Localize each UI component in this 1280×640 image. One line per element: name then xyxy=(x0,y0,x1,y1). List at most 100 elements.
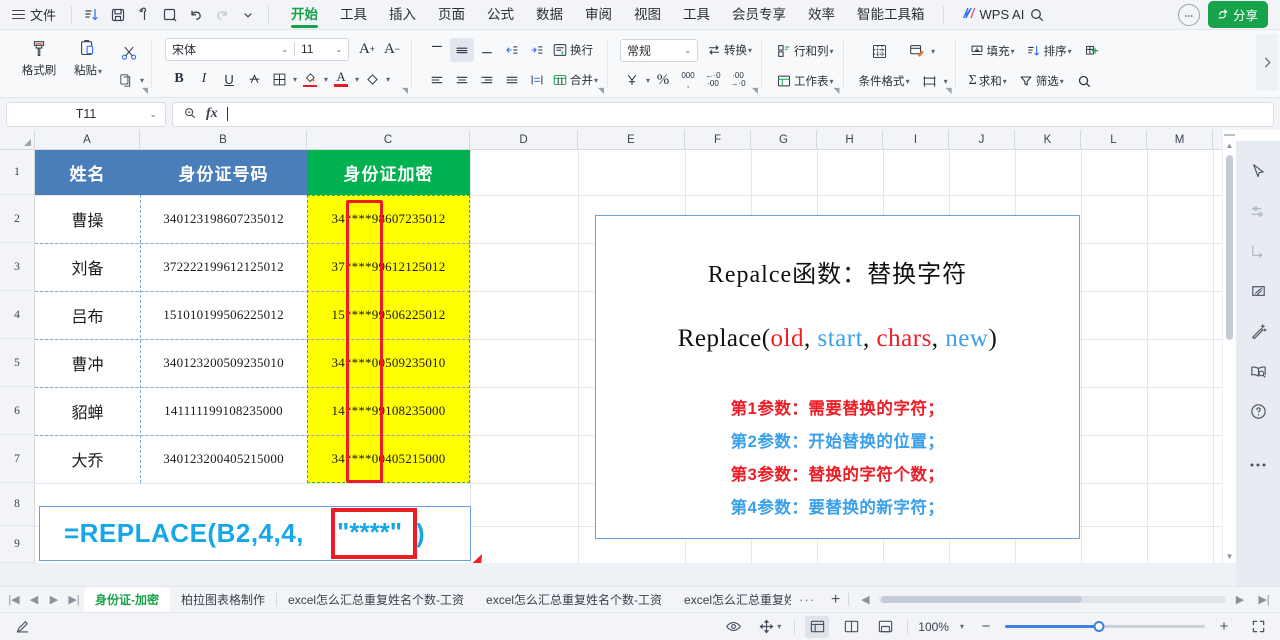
paste-button[interactable]: 粘贴▾ xyxy=(62,34,114,80)
cell-B4[interactable]: 151010199506225012 xyxy=(140,291,307,339)
table-style-icon[interactable] xyxy=(905,39,929,63)
hscroll-end-icon[interactable]: ▶| xyxy=(1254,589,1274,611)
cell-B6[interactable]: 141111199108235000 xyxy=(140,387,307,435)
decrease-decimal-icon[interactable]: ·00 →·0 xyxy=(726,68,750,92)
cell-A7[interactable]: 大乔 xyxy=(35,435,140,483)
merge-button[interactable]: 合并 ▾ xyxy=(550,68,600,92)
col-header-j[interactable]: J xyxy=(949,130,1015,149)
conditional-format-button[interactable]: 条件格式 ▾ xyxy=(855,69,912,93)
col-header-e[interactable]: E xyxy=(578,130,685,149)
col-header-c[interactable]: C xyxy=(307,130,470,149)
fill-button[interactable]: 填充 ▾ xyxy=(967,39,1017,63)
col-header-h[interactable]: H xyxy=(817,130,883,149)
file-menu-button[interactable]: 文件 xyxy=(8,2,64,27)
zoom-slider[interactable]: − + xyxy=(974,616,1236,638)
cells-expand-icon[interactable]: ◥ xyxy=(833,86,839,95)
chevron-down-icon[interactable] xyxy=(235,3,261,27)
increase-decimal-icon[interactable]: ←·0·00 xyxy=(701,68,725,92)
sum-button[interactable]: Σ 求和 ▾ xyxy=(967,69,1009,93)
tab-review[interactable]: 审阅 xyxy=(574,0,623,30)
share-button[interactable]: 分享 xyxy=(1207,1,1268,28)
col-header-d[interactable]: D xyxy=(470,130,578,149)
fill-color-icon[interactable] xyxy=(298,67,322,91)
next-sheet-icon[interactable]: ▶ xyxy=(44,589,64,611)
row-header-3[interactable]: 3 xyxy=(0,243,34,291)
sheet-tab-1[interactable]: 柏拉图表格制作 xyxy=(170,587,276,613)
col-header-a[interactable]: A xyxy=(35,130,140,149)
font-size-select[interactable]: 11 ⌄ xyxy=(294,42,348,56)
zoom-out-button[interactable]: − xyxy=(974,616,998,638)
tab-tools-2[interactable]: 工具 xyxy=(672,0,721,30)
tab-view[interactable]: 视图 xyxy=(623,0,672,30)
formula-input[interactable]: fx xyxy=(172,101,1274,127)
justify-icon[interactable] xyxy=(500,68,524,92)
row-header-6[interactable]: 6 xyxy=(0,387,34,435)
cell-C5[interactable]: 34****00509235010 xyxy=(307,339,470,387)
frame-icon[interactable] xyxy=(918,69,942,93)
cell-A4[interactable]: 吕布 xyxy=(35,291,140,339)
more-dots-icon[interactable] xyxy=(1242,445,1274,485)
font-color-icon[interactable]: A xyxy=(329,67,353,91)
hscroll-track[interactable] xyxy=(879,596,1226,603)
wps-pen-icon[interactable] xyxy=(10,616,34,638)
sheet-tab-4[interactable]: excel怎么汇总重复姓 xyxy=(673,587,791,613)
copy-dropdown-icon[interactable]: ▾ xyxy=(140,76,144,85)
col-header-f[interactable]: F xyxy=(685,130,751,149)
sheet-tab-3[interactable]: excel怎么汇总重复姓名个数-工资 xyxy=(475,587,673,613)
cell-A2[interactable]: 曹操 xyxy=(35,195,140,243)
cell-B2[interactable]: 340123198607235012 xyxy=(140,195,307,243)
table-style-dropdown-icon[interactable]: ▾ xyxy=(931,47,935,56)
frame-dropdown-icon[interactable]: ▾ xyxy=(944,77,948,86)
ribbon-expand-button[interactable] xyxy=(1256,34,1278,91)
scroll-up-button[interactable]: ▲ xyxy=(1226,139,1234,152)
save-icon[interactable] xyxy=(105,3,131,27)
hscroll-left-icon[interactable]: ◀ xyxy=(855,589,875,611)
borders-icon[interactable] xyxy=(267,67,291,91)
cell-B7[interactable]: 340123200405215000 xyxy=(140,435,307,483)
help-circle-icon[interactable] xyxy=(1242,391,1274,431)
align-right-icon[interactable] xyxy=(475,68,499,92)
select-all-corner[interactable] xyxy=(0,130,35,149)
cursor-select-icon[interactable] xyxy=(1242,151,1274,191)
increase-font-icon[interactable]: A + xyxy=(355,37,379,61)
tab-member[interactable]: 会员专享 xyxy=(721,0,797,30)
print-icon[interactable] xyxy=(131,3,157,27)
format-painter-button[interactable]: 格式刷 xyxy=(16,34,62,80)
cell-A5[interactable]: 曹冲 xyxy=(35,339,140,387)
split-handle[interactable] xyxy=(1224,132,1235,136)
col-header-k[interactable]: K xyxy=(1015,130,1081,149)
currency-dropdown-icon[interactable]: ▾ xyxy=(646,76,650,85)
row-header-1[interactable]: 1 xyxy=(0,150,34,195)
align-left-icon[interactable] xyxy=(425,68,449,92)
page-layout-icon[interactable]: ▾ xyxy=(755,616,784,638)
decrease-font-icon[interactable]: A − xyxy=(380,37,404,61)
decrease-indent-icon[interactable] xyxy=(500,38,524,62)
tab-efficiency[interactable]: 效率 xyxy=(797,0,846,30)
underline-button[interactable]: U xyxy=(217,67,241,91)
scroll-thumb[interactable] xyxy=(1226,155,1233,340)
tab-tools[interactable]: 工具 xyxy=(329,0,378,30)
horizontal-scrollbar[interactable]: ◀ ▶ ▶| xyxy=(849,589,1280,611)
normal-view-icon[interactable] xyxy=(805,615,830,638)
text-orientation-icon[interactable] xyxy=(525,68,549,92)
vertical-scrollbar[interactable]: ▲ ▼ xyxy=(1222,130,1236,563)
font-family-select[interactable]: 宋体 ⌄ xyxy=(166,41,294,58)
undo-icon[interactable] xyxy=(183,3,209,27)
formula-search-icon[interactable] xyxy=(183,106,197,123)
cell-A6[interactable]: 貂蝉 xyxy=(35,387,140,435)
sheet-overflow-button[interactable]: ··· xyxy=(791,592,823,607)
row-header-4[interactable]: 4 xyxy=(0,291,34,339)
zoom-in-button[interactable]: + xyxy=(1212,616,1236,638)
tab-page[interactable]: 页面 xyxy=(427,0,476,30)
align-middle-icon[interactable] xyxy=(450,38,475,62)
cell-B5[interactable]: 340123200509235010 xyxy=(140,339,307,387)
row-header-2[interactable]: 2 xyxy=(0,195,34,243)
print-preview-icon[interactable] xyxy=(157,3,183,27)
worksheet-button[interactable]: 工作表 ▾ xyxy=(774,69,836,93)
book-search-icon[interactable] xyxy=(1242,351,1274,391)
tab-home[interactable]: 开始 xyxy=(280,0,329,30)
number-format-select[interactable]: 常规 ⌄ xyxy=(620,38,699,62)
cell-C1[interactable]: 身份证加密 xyxy=(307,150,470,195)
align-center-icon[interactable] xyxy=(450,68,474,92)
clear-format-icon[interactable] xyxy=(360,67,384,91)
